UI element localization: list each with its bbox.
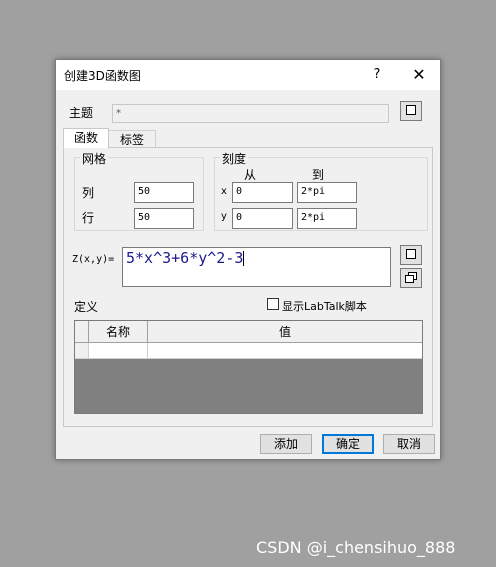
z-function-label: Z(x,y)=	[72, 254, 115, 265]
row-header	[75, 343, 89, 359]
row-label: 行	[82, 211, 95, 225]
definition-label: 定义	[74, 300, 99, 314]
column-header-name[interactable]: 名称	[89, 321, 148, 343]
show-labtalk-checkbox[interactable]	[267, 298, 279, 310]
grid-cell-name[interactable]	[89, 343, 148, 359]
scale-group-title: 刻度	[220, 150, 249, 167]
text-cursor	[243, 251, 245, 266]
cancel-button[interactable]: 取消	[383, 434, 435, 454]
x-from-input[interactable]: 0	[232, 182, 293, 203]
ok-button[interactable]: 确定	[322, 434, 374, 454]
grid-corner	[75, 321, 89, 343]
z-expression-text: 5*x^3+6*y^2-3	[126, 249, 244, 267]
create-3d-function-dialog: 创建3D函数图 ? ✕ 主题 * 标签 函数 网格 列 50 行 50 刻度 从…	[55, 59, 441, 460]
theme-button[interactable]	[400, 101, 422, 121]
theme-label: 主题	[69, 106, 94, 120]
y-from-input[interactable]: 0	[232, 208, 293, 229]
x-to-input[interactable]: 2*pi	[297, 182, 357, 203]
theme-input[interactable]: *	[112, 104, 389, 123]
grid-group-title: 网格	[80, 150, 109, 167]
title-bar: 创建3D函数图 ? ✕	[56, 60, 440, 90]
y-label: y	[221, 211, 227, 222]
watermark: CSDN @i_chensihuo_888	[256, 538, 456, 557]
grid-cell-value[interactable]	[148, 343, 422, 359]
copy-windows-front	[405, 275, 414, 283]
to-header: 到	[312, 168, 325, 182]
y-to-input[interactable]: 2*pi	[297, 208, 357, 229]
from-header: 从	[244, 168, 257, 182]
tab-function[interactable]: 函数	[63, 128, 109, 149]
expression-button[interactable]	[400, 245, 422, 265]
window-icon	[406, 105, 416, 115]
column-label: 列	[82, 186, 95, 200]
show-labtalk-label: 显示LabTalk脚本	[282, 300, 367, 313]
column-count-input[interactable]: 50	[134, 182, 194, 203]
close-button[interactable]: ✕	[408, 65, 430, 85]
z-expression-input[interactable]: 5*x^3+6*y^2-3	[122, 247, 391, 287]
add-button[interactable]: 添加	[260, 434, 312, 454]
dialog-title: 创建3D函数图	[64, 69, 141, 83]
window-icon	[406, 249, 416, 259]
help-button[interactable]: ?	[366, 65, 388, 85]
definition-grid[interactable]: 名称 值	[74, 320, 423, 414]
row-count-input[interactable]: 50	[134, 208, 194, 229]
column-header-value[interactable]: 值	[148, 321, 422, 343]
x-label: x	[221, 186, 227, 197]
expression-copy-button[interactable]	[400, 268, 422, 288]
